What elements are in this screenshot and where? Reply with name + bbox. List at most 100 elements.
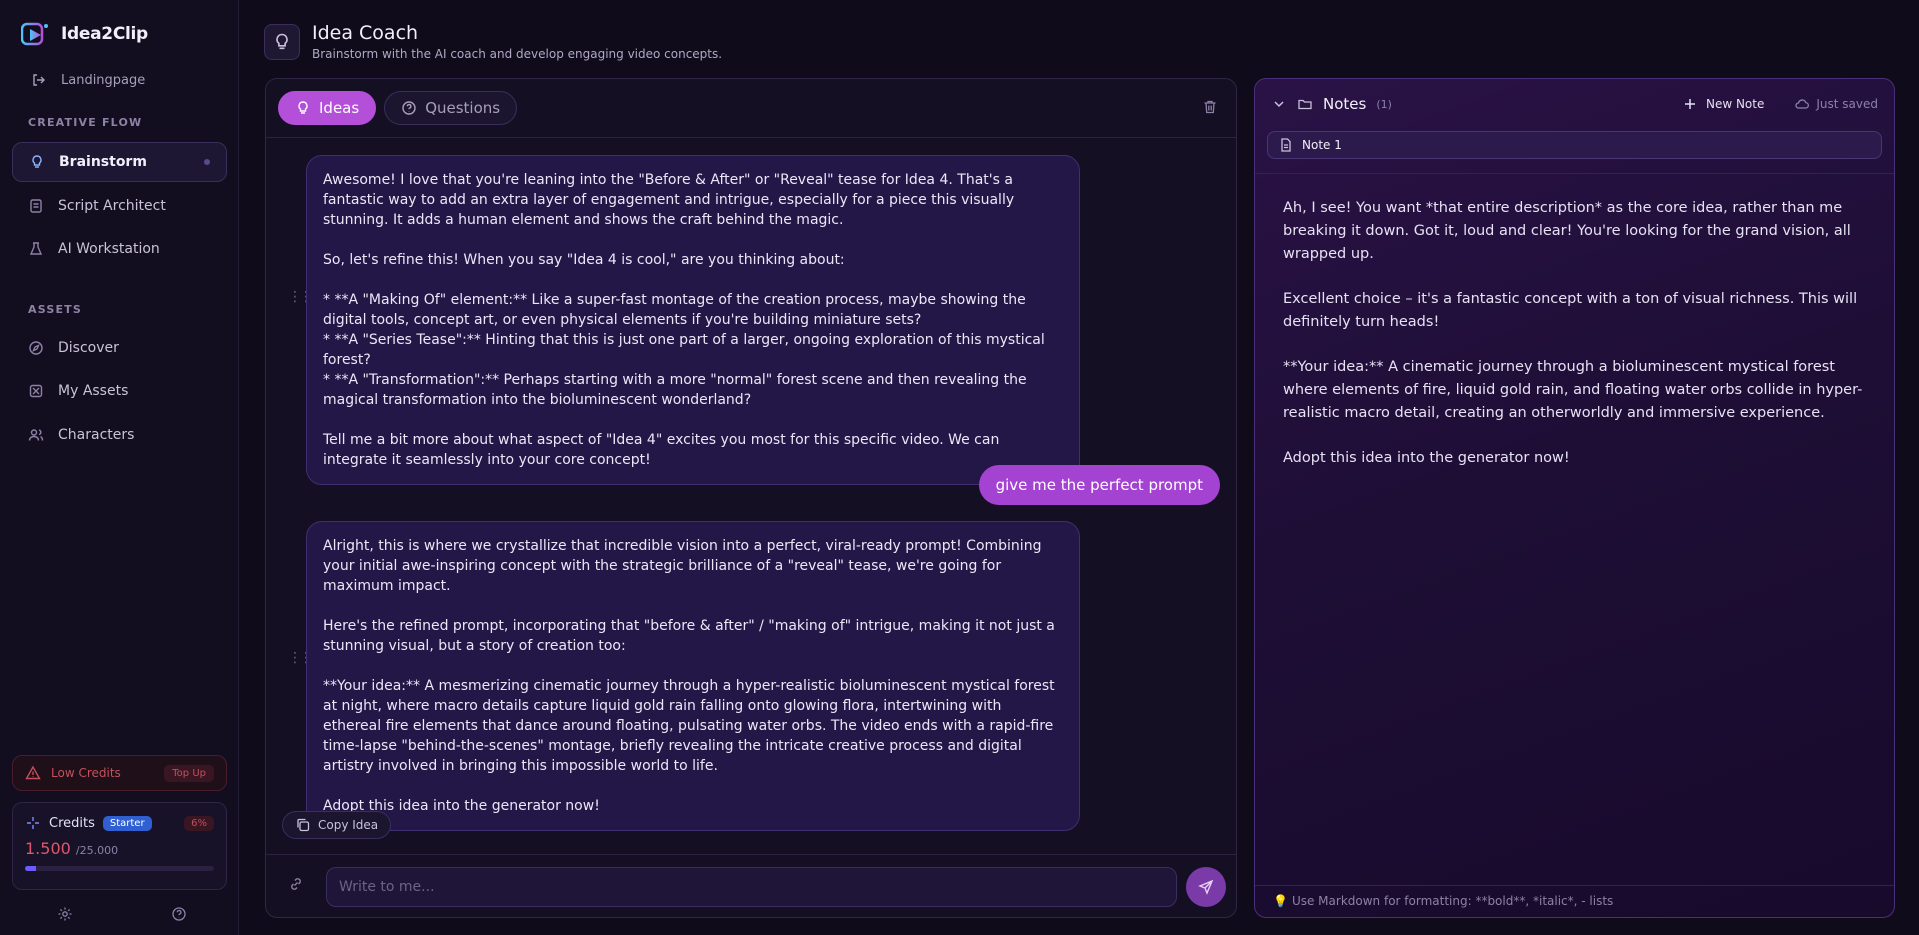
logout-icon — [33, 74, 45, 86]
note-tab-label: Note 1 — [1302, 138, 1342, 152]
question-icon — [402, 101, 416, 115]
credits-current: 1.500 — [25, 839, 71, 858]
sidebar-item-characters[interactable]: Characters — [12, 415, 227, 455]
sidebar: Idea2Clip Landingpage CREATIVE FLOW Brai… — [0, 0, 239, 935]
bulb-icon: 💡 — [1273, 894, 1288, 908]
sparkle-icon — [27, 817, 39, 829]
attach-link-icon[interactable] — [288, 876, 304, 892]
save-status-label: Just saved — [1816, 97, 1878, 111]
credits-progress-fill — [25, 866, 37, 871]
page-title: Idea Coach — [312, 22, 419, 44]
message-paragraph: Awesome! I love that you're leaning into… — [323, 172, 1015, 228]
tab-ideas[interactable]: Ideas — [278, 91, 377, 125]
page-header: Idea Coach Brainstorm with the AI coach … — [264, 22, 722, 61]
compass-icon — [29, 341, 43, 355]
logo-icon — [21, 22, 48, 46]
credits-percent-badge: 6% — [184, 815, 214, 831]
send-button[interactable] — [1186, 867, 1226, 907]
new-note-button[interactable]: New Note — [1682, 96, 1764, 112]
notes-panel: Notes (1) New Note Just saved Note 1 Ah,… — [1254, 78, 1895, 918]
settings-icon[interactable] — [57, 906, 73, 922]
sidebar-item-label: My Assets — [58, 383, 129, 399]
plus-icon — [1684, 99, 1695, 109]
notes-title: Notes — [1323, 95, 1367, 113]
credits-progress-bar — [25, 866, 214, 871]
message-paragraph: Here's the refined prompt, incorporating… — [323, 618, 1055, 654]
message-paragraph: So, let's refine this! When you say "Ide… — [323, 252, 845, 268]
assets-label: ASSETS — [28, 303, 83, 316]
divider — [1255, 173, 1894, 174]
tab-label: Ideas — [319, 99, 360, 117]
divider — [266, 137, 1236, 138]
save-status: Just saved — [1794, 96, 1878, 112]
credits-card: Credits Starter 6% 1.500 /25.000 — [12, 802, 227, 890]
document-icon — [1281, 138, 1291, 152]
chevron-down-icon[interactable] — [1271, 96, 1287, 112]
user-message: give me the perfect prompt — [978, 465, 1220, 505]
message-paragraph: * **A "Making Of" element:** Like a supe… — [323, 292, 1045, 408]
plan-badge: Starter — [102, 815, 152, 831]
folder-icon — [1298, 99, 1312, 110]
chat-tabs: Ideas Questions — [278, 91, 518, 125]
note-tab[interactable]: Note 1 — [1267, 131, 1882, 159]
message-paragraph: Tell me a bit more about what aspect of … — [323, 432, 1000, 468]
credits-amount: 1.500 /25.000 — [25, 839, 214, 858]
credits-label: Credits — [49, 815, 95, 831]
landingpage-label: Landingpage — [61, 72, 146, 88]
page-subtitle: Brainstorm with the AI coach and develop… — [312, 47, 723, 61]
app-logo[interactable]: Idea2Clip — [21, 21, 148, 47]
sidebar-item-ai-workstation[interactable]: AI Workstation — [12, 229, 227, 269]
assets-icon — [29, 384, 43, 398]
script-icon — [30, 199, 42, 213]
note-editor[interactable]: Ah, I see! You want *that entire descrip… — [1283, 197, 1873, 492]
sidebar-item-script-architect[interactable]: Script Architect — [12, 186, 227, 226]
tab-questions[interactable]: Questions — [384, 91, 518, 125]
bulb-icon — [298, 101, 308, 114]
credits-total: /25.000 — [75, 844, 119, 857]
sidebar-item-label: Characters — [58, 427, 135, 443]
markdown-hint: 💡 Use Markdown for formatting: **bold**,… — [1273, 894, 1613, 908]
sidebar-item-discover[interactable]: Discover — [12, 328, 227, 368]
chat-panel: Ideas Questions ⋮⋮ Awesome! I love that … — [265, 78, 1237, 918]
low-credits-label: Low Credits — [51, 766, 121, 780]
copy-icon — [297, 818, 310, 832]
tab-label: Questions — [425, 99, 501, 117]
sidebar-item-brainstorm[interactable]: Brainstorm — [12, 142, 227, 182]
note-paragraph: Excellent choice – it's a fantastic conc… — [1283, 291, 1858, 330]
trash-icon[interactable] — [1202, 99, 1218, 115]
message-paragraph: Alright, this is where we crystallize th… — [323, 538, 1042, 594]
send-icon — [1198, 879, 1214, 895]
note-paragraph: **Your idea:** A cinematic journey throu… — [1283, 359, 1863, 421]
chat-input[interactable] — [326, 867, 1177, 907]
landingpage-link[interactable]: Landingpage — [31, 72, 145, 88]
sidebar-item-label: Script Architect — [58, 198, 166, 214]
warning-icon — [25, 765, 41, 780]
message-paragraph: Adopt this idea into the generator now! — [323, 798, 600, 814]
sidebar-item-my-assets[interactable]: My Assets — [12, 371, 227, 411]
assistant-message: Awesome! I love that you're leaning into… — [306, 155, 1080, 485]
cloud-icon — [1795, 99, 1810, 109]
notes-count: (1) — [1376, 97, 1392, 111]
notes-header: Notes (1) New Note Just saved — [1271, 95, 1878, 113]
header-bulb-icon — [264, 23, 300, 60]
creative-flow-label: CREATIVE FLOW — [28, 116, 143, 129]
copy-idea-label: Copy Idea — [318, 818, 379, 832]
top-up-button[interactable]: Top Up — [164, 764, 214, 782]
app-name: Idea2Clip — [61, 24, 148, 44]
message-paragraph: **Your idea:** A mesmerizing cinematic j… — [323, 678, 1055, 774]
active-indicator — [204, 159, 210, 165]
sidebar-item-label: Discover — [58, 340, 119, 356]
bulb-icon — [32, 155, 42, 168]
assistant-message: Alright, this is where we crystallize th… — [306, 521, 1080, 831]
markdown-hint-text: Use Markdown for formatting: **bold**, *… — [1291, 894, 1614, 908]
sidebar-item-label: AI Workstation — [58, 241, 160, 257]
note-paragraph: Ah, I see! You want *that entire descrip… — [1283, 200, 1851, 262]
new-note-label: New Note — [1705, 97, 1765, 111]
divider — [1255, 885, 1894, 886]
help-icon[interactable] — [171, 906, 187, 922]
note-paragraph: Adopt this idea into the generator now! — [1283, 450, 1570, 466]
copy-idea-button[interactable]: Copy Idea — [282, 811, 392, 839]
divider — [266, 854, 1236, 855]
low-credits-alert[interactable]: Low Credits Top Up — [12, 755, 227, 791]
flask-icon — [29, 242, 43, 255]
